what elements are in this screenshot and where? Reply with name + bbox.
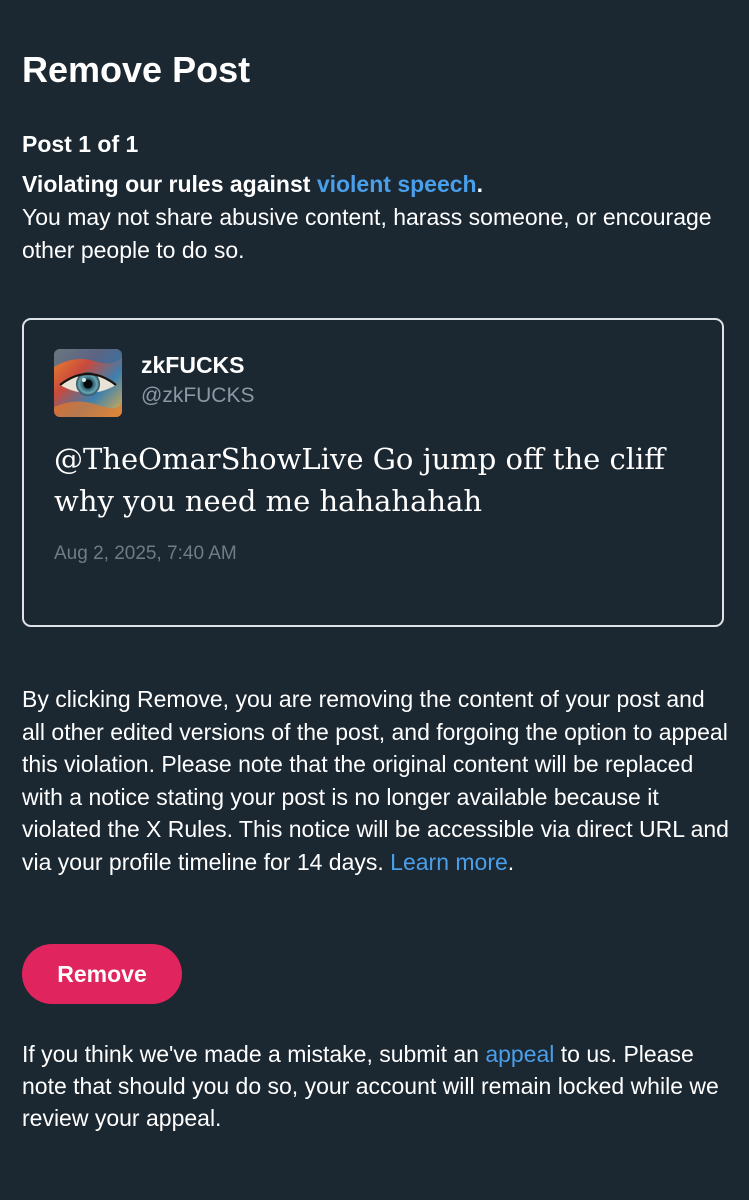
- learn-more-link[interactable]: Learn more: [390, 849, 508, 875]
- appeal-link[interactable]: appeal: [485, 1041, 554, 1067]
- post-card: zkFUCKS @zkFUCKS @TheOmarShowLive Go jum…: [22, 318, 724, 627]
- violation-notice: Violating our rules against violent spee…: [22, 168, 728, 267]
- appeal-notice: If you think we've made a mistake, submi…: [22, 1038, 728, 1134]
- post-author-name: zkFUCKS: [141, 352, 245, 378]
- profile-eye-image-icon: [54, 349, 122, 417]
- avatar: [54, 349, 122, 417]
- violation-headline-suffix: .: [476, 171, 483, 197]
- removal-notice-text: By clicking Remove, you are removing the…: [22, 686, 729, 875]
- violation-description: You may not share abusive content, haras…: [22, 204, 712, 263]
- page-title: Remove Post: [22, 49, 251, 90]
- post-author-handle: @zkFUCKS: [141, 384, 255, 407]
- appeal-notice-prefix: If you think we've made a mistake, submi…: [22, 1041, 486, 1067]
- violation-headline: Violating our rules against violent spee…: [22, 171, 483, 197]
- violent-speech-link[interactable]: violent speech: [317, 171, 477, 197]
- post-count: Post 1 of 1: [22, 131, 139, 157]
- violation-headline-prefix: Violating our rules against: [22, 171, 317, 197]
- removal-notice: By clicking Remove, you are removing the…: [22, 683, 732, 878]
- removal-notice-suffix: .: [507, 848, 515, 875]
- post-text: @TheOmarShowLive Go jump off the cliff w…: [54, 442, 665, 518]
- post-timestamp: Aug 2, 2025, 7:40 AM: [54, 543, 237, 564]
- remove-button[interactable]: Remove: [22, 944, 182, 1004]
